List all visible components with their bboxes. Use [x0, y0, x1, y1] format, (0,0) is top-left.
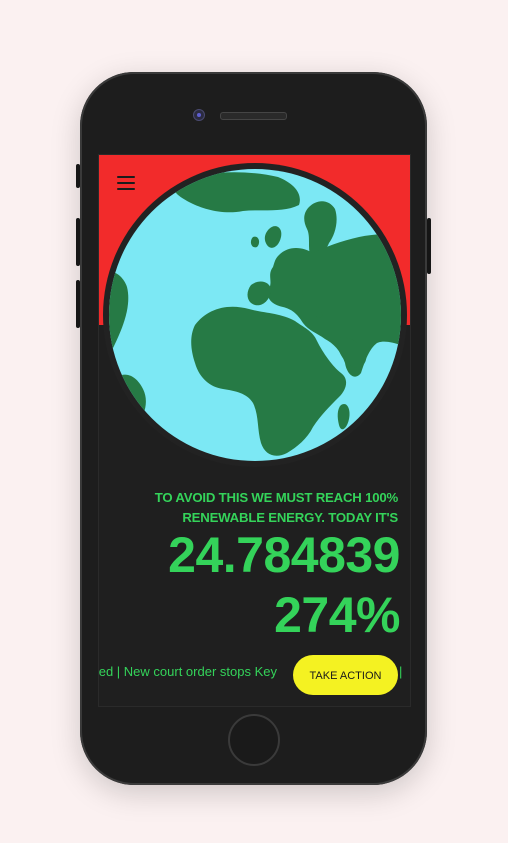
phone-volume-up — [76, 218, 80, 266]
ticker-separator: | — [399, 664, 403, 679]
headline-line-2: RENEWABLE ENERGY. TODAY IT'S — [182, 510, 398, 525]
home-button[interactable] — [228, 714, 280, 766]
earth-globe-icon — [103, 163, 407, 467]
take-action-button[interactable]: TAKE ACTION — [293, 655, 398, 695]
ticker-text: osed | New court order stops Key — [99, 664, 277, 679]
earpiece-speaker — [220, 112, 287, 120]
phone-volume-down — [76, 280, 80, 328]
headline: TO AVOID THIS WE MUST REACH 100% RENEWAB… — [108, 488, 398, 528]
renewable-counter-percent: 274% — [274, 587, 400, 643]
renewable-counter-value: 24.784839 — [168, 527, 400, 583]
front-camera — [193, 109, 205, 121]
phone-side-button — [76, 164, 80, 188]
menu-button[interactable] — [117, 176, 135, 190]
app-screen: TO AVOID THIS WE MUST REACH 100% RENEWAB… — [98, 154, 411, 707]
phone-power-button — [427, 218, 431, 274]
earth-globe-image — [103, 163, 407, 467]
headline-line-1: TO AVOID THIS WE MUST REACH 100% — [154, 490, 398, 505]
phone-frame: TO AVOID THIS WE MUST REACH 100% RENEWAB… — [76, 72, 431, 785]
hamburger-icon — [117, 176, 135, 178]
